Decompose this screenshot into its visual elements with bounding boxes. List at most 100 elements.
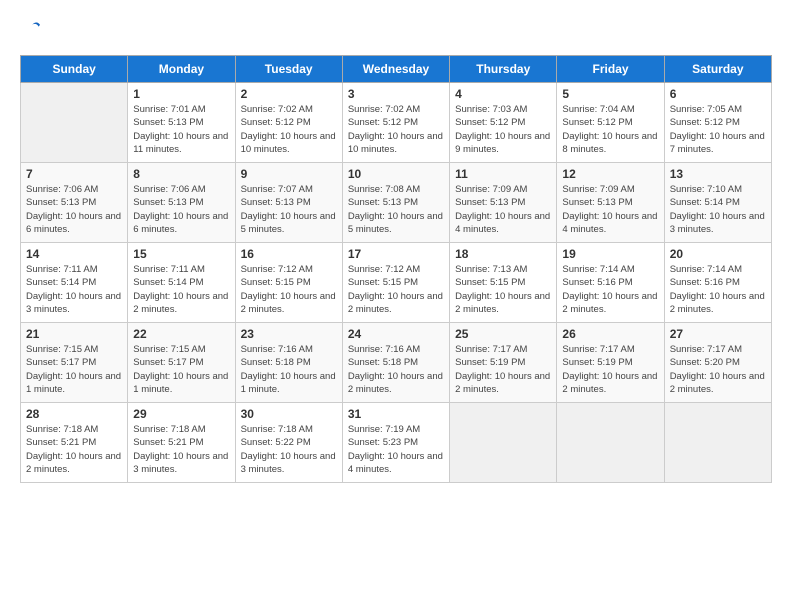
cell-sun-info: Sunrise: 7:17 AMSunset: 5:19 PMDaylight:…	[455, 343, 551, 396]
logo-bird-icon	[22, 20, 42, 40]
day-number: 3	[348, 87, 444, 101]
day-number: 31	[348, 407, 444, 421]
header-friday: Friday	[557, 56, 664, 83]
calendar-cell: 7Sunrise: 7:06 AMSunset: 5:13 PMDaylight…	[21, 163, 128, 243]
day-number: 16	[241, 247, 337, 261]
cell-sun-info: Sunrise: 7:08 AMSunset: 5:13 PMDaylight:…	[348, 183, 444, 236]
calendar-cell: 17 Sunrise: 7:12 AMSunset: 5:15 PMDayligh…	[342, 243, 449, 323]
cell-sun-info: Sunrise: 7:04 AMSunset: 5:12 PMDaylight:…	[562, 103, 658, 156]
calendar-cell: 6 Sunrise: 7:05 AMSunset: 5:12 PMDaylight…	[664, 83, 771, 163]
cell-sun-info: Sunrise: 7:07 AMSunset: 5:13 PMDaylight:…	[241, 183, 337, 236]
calendar-cell: 27 Sunrise: 7:17 AMSunset: 5:20 PMDayligh…	[664, 323, 771, 403]
calendar-cell: 19 Sunrise: 7:14 AMSunset: 5:16 PMDayligh…	[557, 243, 664, 323]
calendar-cell: 8 Sunrise: 7:06 AMSunset: 5:13 PMDaylight…	[128, 163, 235, 243]
day-number: 9	[241, 167, 337, 181]
day-number: 25	[455, 327, 551, 341]
cell-sun-info: Sunrise: 7:16 AMSunset: 5:18 PMDaylight:…	[348, 343, 444, 396]
day-number: 4	[455, 87, 551, 101]
calendar-cell: 31 Sunrise: 7:19 AMSunset: 5:23 PMDayligh…	[342, 403, 449, 483]
cell-sun-info: Sunrise: 7:14 AMSunset: 5:16 PMDaylight:…	[670, 263, 766, 316]
calendar-cell: 14 Sunrise: 7:11 AMSunset: 5:14 PMDayligh…	[21, 243, 128, 323]
calendar-table: SundayMondayTuesdayWednesdayThursdayFrid…	[20, 55, 772, 483]
day-number: 12	[562, 167, 658, 181]
calendar-cell: 30 Sunrise: 7:18 AMSunset: 5:22 PMDayligh…	[235, 403, 342, 483]
calendar-cell: 13 Sunrise: 7:10 AMSunset: 5:14 PMDayligh…	[664, 163, 771, 243]
calendar-cell: 1 Sunrise: 7:01 AMSunset: 5:13 PMDaylight…	[128, 83, 235, 163]
calendar-cell: 22Sunrise: 7:15 AMSunset: 5:17 PMDayligh…	[128, 323, 235, 403]
calendar-cell	[664, 403, 771, 483]
day-number: 8	[133, 167, 229, 181]
day-number: 30	[241, 407, 337, 421]
calendar-cell: 3 Sunrise: 7:02 AMSunset: 5:12 PMDaylight…	[342, 83, 449, 163]
day-number: 29	[133, 407, 229, 421]
day-number: 24	[348, 327, 444, 341]
cell-sun-info: Sunrise: 7:17 AMSunset: 5:19 PMDaylight:…	[562, 343, 658, 396]
cell-sun-info: Sunrise: 7:05 AMSunset: 5:12 PMDaylight:…	[670, 103, 766, 156]
header-tuesday: Tuesday	[235, 56, 342, 83]
cell-sun-info: Sunrise: 7:09 AMSunset: 5:13 PMDaylight:…	[562, 183, 658, 236]
calendar-cell: 10 Sunrise: 7:08 AMSunset: 5:13 PMDayligh…	[342, 163, 449, 243]
cell-sun-info: Sunrise: 7:12 AMSunset: 5:15 PMDaylight:…	[241, 263, 337, 316]
cell-sun-info: Sunrise: 7:06 AMSunset: 5:13 PMDaylight:…	[133, 183, 229, 236]
calendar-cell: 29Sunrise: 7:18 AMSunset: 5:21 PMDayligh…	[128, 403, 235, 483]
cell-sun-info: Sunrise: 7:16 AMSunset: 5:18 PMDaylight:…	[241, 343, 337, 396]
calendar-cell: 9 Sunrise: 7:07 AMSunset: 5:13 PMDaylight…	[235, 163, 342, 243]
cell-sun-info: Sunrise: 7:11 AMSunset: 5:14 PMDaylight:…	[26, 263, 122, 316]
calendar-cell: 5 Sunrise: 7:04 AMSunset: 5:12 PMDaylight…	[557, 83, 664, 163]
week-row-4: 21 Sunrise: 7:15 AMSunset: 5:17 PMDayligh…	[21, 323, 772, 403]
logo	[20, 20, 42, 45]
day-number: 27	[670, 327, 766, 341]
calendar-cell: 26 Sunrise: 7:17 AMSunset: 5:19 PMDayligh…	[557, 323, 664, 403]
header-row: SundayMondayTuesdayWednesdayThursdayFrid…	[21, 56, 772, 83]
day-number: 10	[348, 167, 444, 181]
day-number: 14	[26, 247, 122, 261]
day-number: 1	[133, 87, 229, 101]
cell-sun-info: Sunrise: 7:19 AMSunset: 5:23 PMDaylight:…	[348, 423, 444, 476]
calendar-cell: 23 Sunrise: 7:16 AMSunset: 5:18 PMDayligh…	[235, 323, 342, 403]
calendar-cell	[21, 83, 128, 163]
day-number: 28	[26, 407, 122, 421]
cell-sun-info: Sunrise: 7:11 AMSunset: 5:14 PMDaylight:…	[133, 263, 229, 316]
cell-sun-info: Sunrise: 7:17 AMSunset: 5:20 PMDaylight:…	[670, 343, 766, 396]
header-thursday: Thursday	[450, 56, 557, 83]
calendar-cell: 20 Sunrise: 7:14 AMSunset: 5:16 PMDayligh…	[664, 243, 771, 323]
header-monday: Monday	[128, 56, 235, 83]
day-number: 21	[26, 327, 122, 341]
day-number: 22	[133, 327, 229, 341]
day-number: 23	[241, 327, 337, 341]
day-number: 15	[133, 247, 229, 261]
day-number: 6	[670, 87, 766, 101]
cell-sun-info: Sunrise: 7:18 AMSunset: 5:21 PMDaylight:…	[26, 423, 122, 476]
day-number: 5	[562, 87, 658, 101]
cell-sun-info: Sunrise: 7:01 AMSunset: 5:13 PMDaylight:…	[133, 103, 229, 156]
calendar-cell: 15 Sunrise: 7:11 AMSunset: 5:14 PMDayligh…	[128, 243, 235, 323]
header-sunday: Sunday	[21, 56, 128, 83]
day-number: 17	[348, 247, 444, 261]
cell-sun-info: Sunrise: 7:02 AMSunset: 5:12 PMDaylight:…	[348, 103, 444, 156]
calendar-cell	[450, 403, 557, 483]
day-number: 11	[455, 167, 551, 181]
cell-sun-info: Sunrise: 7:09 AMSunset: 5:13 PMDaylight:…	[455, 183, 551, 236]
header-saturday: Saturday	[664, 56, 771, 83]
cell-sun-info: Sunrise: 7:15 AMSunset: 5:17 PMDaylight:…	[26, 343, 122, 396]
cell-sun-info: Sunrise: 7:18 AMSunset: 5:22 PMDaylight:…	[241, 423, 337, 476]
day-number: 26	[562, 327, 658, 341]
cell-sun-info: Sunrise: 7:12 AMSunset: 5:15 PMDaylight:…	[348, 263, 444, 316]
week-row-2: 7 Sunrise: 7:06 AMSunset: 5:13 PMDaylight…	[21, 163, 772, 243]
day-number: 20	[670, 247, 766, 261]
cell-sun-info: Sunrise: 7:10 AMSunset: 5:14 PMDaylight:…	[670, 183, 766, 236]
day-number: 2	[241, 87, 337, 101]
day-number: 13	[670, 167, 766, 181]
week-row-1: 1 Sunrise: 7:01 AMSunset: 5:13 PMDaylight…	[21, 83, 772, 163]
cell-sun-info: Sunrise: 7:03 AMSunset: 5:12 PMDaylight:…	[455, 103, 551, 156]
day-number: 19	[562, 247, 658, 261]
cell-sun-info: Sunrise: 7:02 AMSunset: 5:12 PMDaylight:…	[241, 103, 337, 156]
calendar-cell: 16 Sunrise: 7:12 AMSunset: 5:15 PMDayligh…	[235, 243, 342, 323]
calendar-cell: 12 Sunrise: 7:09 AMSunset: 5:13 PMDayligh…	[557, 163, 664, 243]
page-header	[20, 20, 772, 45]
calendar-cell: 18Sunrise: 7:13 AMSunset: 5:15 PMDayligh…	[450, 243, 557, 323]
day-number: 7	[26, 167, 122, 181]
calendar-cell: 2 Sunrise: 7:02 AMSunset: 5:12 PMDaylight…	[235, 83, 342, 163]
day-number: 18	[455, 247, 551, 261]
cell-sun-info: Sunrise: 7:14 AMSunset: 5:16 PMDaylight:…	[562, 263, 658, 316]
